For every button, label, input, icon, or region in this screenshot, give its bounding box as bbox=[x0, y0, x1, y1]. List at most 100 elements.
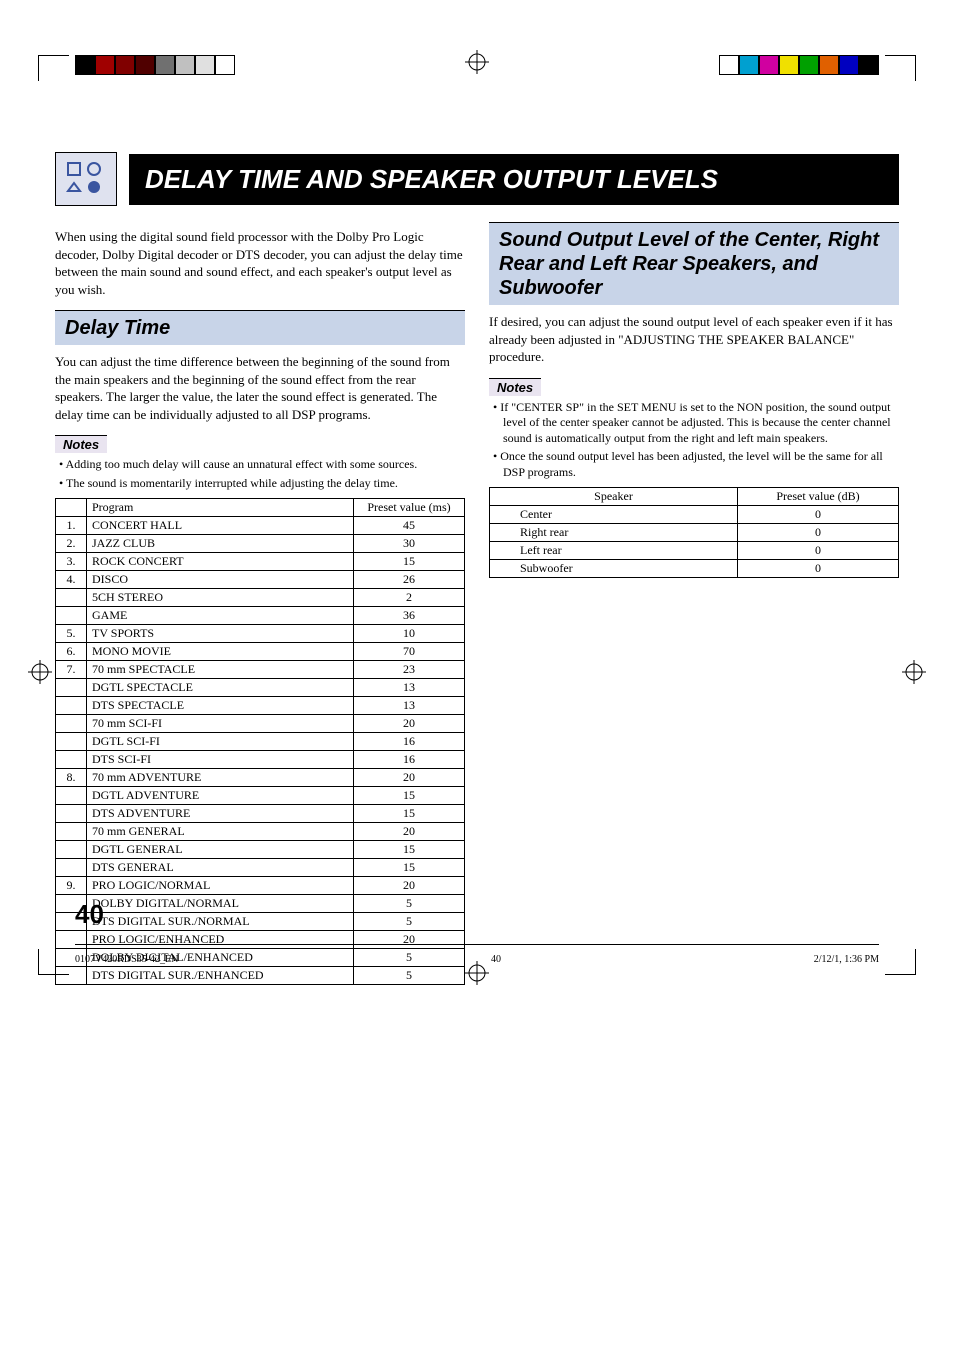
preset-value-ms: 15 bbox=[354, 858, 465, 876]
preset-value-ms: 20 bbox=[354, 768, 465, 786]
row-number bbox=[56, 750, 87, 768]
intro-paragraph: When using the digital sound field proce… bbox=[55, 228, 465, 298]
row-number: 5. bbox=[56, 624, 87, 642]
program-name: DOLBY DIGITAL/NORMAL bbox=[87, 894, 354, 912]
preset-value-ms: 26 bbox=[354, 570, 465, 588]
table-row: DOLBY DIGITAL/NORMAL5 bbox=[56, 894, 465, 912]
preset-value-ms: 16 bbox=[354, 750, 465, 768]
registration-squares-left bbox=[75, 55, 235, 75]
program-name: GAME bbox=[87, 606, 354, 624]
row-number: 9. bbox=[56, 876, 87, 894]
registration-crosshair-bottom bbox=[465, 961, 489, 985]
program-preset-table: Program Preset value (ms) 1.CONCERT HALL… bbox=[55, 498, 465, 985]
table-row: 7.70 mm SPECTACLE23 bbox=[56, 660, 465, 678]
program-name: 70 mm ADVENTURE bbox=[87, 768, 354, 786]
table-row: Subwoofer0 bbox=[490, 559, 899, 577]
preset-value-ms: 15 bbox=[354, 840, 465, 858]
table-header-speaker: Speaker bbox=[490, 487, 738, 505]
table-row: Left rear0 bbox=[490, 541, 899, 559]
preset-value-ms: 5 bbox=[354, 912, 465, 930]
section-heading-delay-time: Delay Time bbox=[55, 310, 465, 345]
speaker-name: Center bbox=[490, 505, 738, 523]
row-number bbox=[56, 858, 87, 876]
row-number bbox=[56, 804, 87, 822]
registration-crosshair-top bbox=[465, 50, 489, 74]
section-icon bbox=[55, 152, 117, 206]
table-row: 5.TV SPORTS10 bbox=[56, 624, 465, 642]
section-heading-output-level: Sound Output Level of the Center, Right … bbox=[489, 222, 899, 305]
row-number: 8. bbox=[56, 768, 87, 786]
program-name: DGTL GENERAL bbox=[87, 840, 354, 858]
table-row: DGTL GENERAL15 bbox=[56, 840, 465, 858]
preset-value-ms: 10 bbox=[354, 624, 465, 642]
table-row: 2.JAZZ CLUB30 bbox=[56, 534, 465, 552]
table-row: 70 mm SCI-FI20 bbox=[56, 714, 465, 732]
preset-value-ms: 13 bbox=[354, 696, 465, 714]
table-header-program: Program bbox=[87, 498, 354, 516]
table-row: 8.70 mm ADVENTURE20 bbox=[56, 768, 465, 786]
preset-value-ms: 30 bbox=[354, 534, 465, 552]
program-name: DGTL SPECTACLE bbox=[87, 678, 354, 696]
output-description: If desired, you can adjust the sound out… bbox=[489, 313, 899, 366]
preset-value-ms: 70 bbox=[354, 642, 465, 660]
program-name: PRO LOGIC/ENHANCED bbox=[87, 930, 354, 948]
row-number bbox=[56, 822, 87, 840]
row-number bbox=[56, 696, 87, 714]
delay-notes-list: Adding too much delay will cause an unna… bbox=[55, 457, 465, 491]
preset-value-ms: 13 bbox=[354, 678, 465, 696]
footer-page: 40 bbox=[491, 954, 501, 965]
preset-value-db: 0 bbox=[738, 505, 899, 523]
preset-value-ms: 20 bbox=[354, 822, 465, 840]
table-row: DTS GENERAL15 bbox=[56, 858, 465, 876]
row-number bbox=[56, 786, 87, 804]
delay-description: You can adjust the time difference betwe… bbox=[55, 353, 465, 423]
preset-value-db: 0 bbox=[738, 523, 899, 541]
preset-value-ms: 36 bbox=[354, 606, 465, 624]
program-name: MONO MOVIE bbox=[87, 642, 354, 660]
program-name: DGTL SCI-FI bbox=[87, 732, 354, 750]
table-header-num bbox=[56, 498, 87, 516]
table-row: 5CH STEREO2 bbox=[56, 588, 465, 606]
row-number bbox=[56, 678, 87, 696]
preset-value-ms: 15 bbox=[354, 552, 465, 570]
program-name: 70 mm SPECTACLE bbox=[87, 660, 354, 678]
program-name: 5CH STEREO bbox=[87, 588, 354, 606]
registration-crosshair-right bbox=[902, 660, 926, 684]
page-title: DELAY TIME AND SPEAKER OUTPUT LEVELS bbox=[129, 154, 899, 205]
preset-value-ms: 45 bbox=[354, 516, 465, 534]
row-number: 7. bbox=[56, 660, 87, 678]
program-name: DGTL ADVENTURE bbox=[87, 786, 354, 804]
preset-value-ms: 20 bbox=[354, 714, 465, 732]
preset-value-ms: 5 bbox=[354, 966, 465, 984]
program-name: JAZZ CLUB bbox=[87, 534, 354, 552]
table-header-preset-ms: Preset value (ms) bbox=[354, 498, 465, 516]
preset-value-ms: 20 bbox=[354, 876, 465, 894]
note-item: If "CENTER SP" in the SET MENU is set to… bbox=[493, 400, 899, 447]
speaker-name: Left rear bbox=[490, 541, 738, 559]
table-row: 9.PRO LOGIC/NORMAL20 bbox=[56, 876, 465, 894]
preset-value-ms: 15 bbox=[354, 786, 465, 804]
program-name: 70 mm SCI-FI bbox=[87, 714, 354, 732]
row-number: 3. bbox=[56, 552, 87, 570]
row-number: 4. bbox=[56, 570, 87, 588]
program-name: 70 mm GENERAL bbox=[87, 822, 354, 840]
row-number bbox=[56, 840, 87, 858]
program-name: DTS GENERAL bbox=[87, 858, 354, 876]
note-item: Once the sound output level has been adj… bbox=[493, 449, 899, 480]
table-row: DTS SCI-FI16 bbox=[56, 750, 465, 768]
preset-value-ms: 16 bbox=[354, 732, 465, 750]
table-row: DGTL SPECTACLE13 bbox=[56, 678, 465, 696]
table-row: DGTL ADVENTURE15 bbox=[56, 786, 465, 804]
row-number: 1. bbox=[56, 516, 87, 534]
row-number bbox=[56, 714, 87, 732]
program-name: DISCO bbox=[87, 570, 354, 588]
row-number bbox=[56, 930, 87, 948]
table-row: DGTL SCI-FI16 bbox=[56, 732, 465, 750]
footer-filename: 0107V420RDS35-42_EN bbox=[75, 954, 178, 965]
table-row: DTS DIGITAL SUR./ENHANCED5 bbox=[56, 966, 465, 984]
program-name: DTS SCI-FI bbox=[87, 750, 354, 768]
preset-value-ms: 23 bbox=[354, 660, 465, 678]
registration-squares-right bbox=[719, 55, 879, 75]
table-row: DTS ADVENTURE15 bbox=[56, 804, 465, 822]
program-name: TV SPORTS bbox=[87, 624, 354, 642]
